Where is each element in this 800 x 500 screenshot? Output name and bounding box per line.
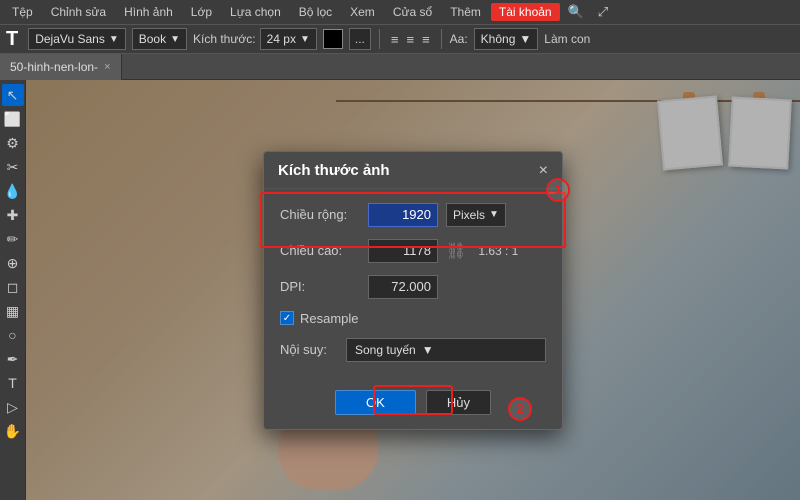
aa-label: Aa:: [450, 32, 468, 46]
unit-selector[interactable]: Pixels ▼: [446, 203, 506, 227]
font-name-arrow: ▼: [109, 34, 119, 45]
menu-hinh-anh[interactable]: Hình ảnh: [116, 3, 181, 21]
pen-tool[interactable]: ✒: [2, 348, 24, 370]
crop-tool[interactable]: ✂: [2, 156, 24, 178]
height-label: Chiều cao:: [280, 243, 360, 258]
separator-2: [441, 29, 442, 49]
unit-arrow: ▼: [489, 209, 499, 220]
noi-suy-arrow: ▼: [422, 343, 434, 357]
menu-tai-khoan[interactable]: Tài khoản: [491, 3, 560, 21]
dialog-title: Kích thước ảnh: [278, 162, 390, 179]
unit-label: Pixels: [453, 208, 485, 222]
height-row: Chiều cao: ⛓ 1.63 : 1: [280, 239, 546, 263]
dodge-tool[interactable]: ○: [2, 324, 24, 346]
dpi-row: DPI:: [280, 275, 546, 299]
color-picker[interactable]: [323, 29, 343, 49]
font-size-selector[interactable]: 24 px ▼: [260, 28, 317, 50]
noi-suy-value: Song tuyến: [355, 343, 416, 357]
dialog-overlay: Kích thước ảnh × Chiều rộng: P: [26, 80, 800, 500]
menu-xem[interactable]: Xem: [342, 3, 383, 21]
menu-them[interactable]: Thêm: [442, 3, 489, 21]
lasso-tool[interactable]: ⚙: [2, 132, 24, 154]
width-row: Chiều rộng: Pixels ▼: [280, 203, 546, 227]
canvas-background: Kích thước ảnh × Chiều rộng: P: [26, 80, 800, 500]
resize-icon[interactable]: ⤢: [592, 2, 614, 22]
toolbar: T DejaVu Sans ▼ Book ▼ Kích thước: 24 px…: [0, 24, 800, 54]
annotation-number-1: 1: [546, 178, 570, 202]
chain-icon: ⛓: [446, 241, 466, 261]
resample-checkbox[interactable]: ✓: [280, 311, 294, 325]
menu-bar: Tệp Chỉnh sửa Hình ảnh Lớp Lựa chọn Bộ l…: [0, 0, 800, 24]
search-icon[interactable]: 🔍: [562, 2, 590, 22]
text-tool-icon[interactable]: T: [6, 28, 18, 51]
image-size-dialog: Kích thước ảnh × Chiều rộng: P: [263, 151, 563, 430]
font-style-label: Book: [139, 32, 166, 46]
brush-tool[interactable]: ✏: [2, 228, 24, 250]
healing-tool[interactable]: ✚: [2, 204, 24, 226]
separator: [379, 29, 380, 49]
hand-tool[interactable]: ✋: [2, 420, 24, 442]
resample-label: Resample: [300, 311, 359, 326]
menu-lop[interactable]: Lớp: [183, 3, 220, 21]
dpi-input[interactable]: [368, 275, 438, 299]
ok-button[interactable]: OK: [335, 390, 416, 415]
canvas-area: Kích thước ảnh × Chiều rộng: P: [26, 80, 800, 500]
dpi-label: DPI:: [280, 279, 360, 294]
menu-lua-chon[interactable]: Lựa chọn: [222, 3, 289, 21]
menu-tep[interactable]: Tệp: [4, 3, 41, 21]
align-left-button[interactable]: ≡: [388, 30, 402, 49]
selection-tool[interactable]: ↖: [2, 84, 24, 106]
align-right-button[interactable]: ≡: [419, 30, 433, 49]
tab-name: 50-hinh-nen-lon-: [10, 60, 98, 74]
tab-file[interactable]: 50-hinh-nen-lon- ×: [0, 54, 122, 80]
font-size-value: 24 px: [267, 32, 296, 46]
dialog-close-button[interactable]: ×: [539, 162, 548, 180]
width-input[interactable]: [368, 203, 438, 227]
noi-suy-selector[interactable]: Song tuyến ▼: [346, 338, 546, 362]
shape-tool[interactable]: ▷: [2, 396, 24, 418]
aa-selector[interactable]: Không ▼: [474, 28, 539, 50]
font-name-label: DejaVu Sans: [35, 32, 105, 46]
menu-chinh-sua[interactable]: Chỉnh sửa: [43, 3, 114, 21]
clone-tool[interactable]: ⊕: [2, 252, 24, 274]
cancel-button[interactable]: Hủy: [426, 390, 491, 415]
annotation-number-2: 2: [508, 397, 532, 421]
font-style-arrow: ▼: [170, 34, 180, 45]
ratio-display: 1.63 : 1: [478, 244, 518, 258]
font-name-selector[interactable]: DejaVu Sans ▼: [28, 28, 126, 50]
width-label: Chiều rộng:: [280, 207, 360, 222]
tab-bar: 50-hinh-nen-lon- ×: [0, 54, 800, 80]
font-size-label: Kích thước:: [193, 32, 256, 46]
gradient-tool[interactable]: ▦: [2, 300, 24, 322]
height-input[interactable]: [368, 239, 438, 263]
font-style-selector[interactable]: Book ▼: [132, 28, 187, 50]
resample-row: ✓ Resample: [280, 311, 546, 326]
lam-con-button[interactable]: Làm con: [544, 32, 590, 46]
more-options-button[interactable]: ...: [349, 28, 371, 50]
marquee-tool[interactable]: ⬜: [2, 108, 24, 130]
noi-suy-label: Nội suy:: [280, 342, 338, 357]
noi-suy-row: Nội suy: Song tuyến ▼: [280, 338, 546, 362]
main-area: ↖ ⬜ ⚙ ✂ 💧 ✚ ✏ ⊕ ◻ ▦ ○ ✒ T ▷ ✋: [0, 80, 800, 500]
font-size-group: Kích thước: 24 px ▼: [193, 28, 317, 50]
menu-cua-so[interactable]: Cửa sổ: [385, 3, 440, 21]
eyedropper-tool[interactable]: 💧: [2, 180, 24, 202]
toolbox: ↖ ⬜ ⚙ ✂ 💧 ✚ ✏ ⊕ ◻ ▦ ○ ✒ T ▷ ✋: [0, 80, 26, 500]
menu-bo-loc[interactable]: Bộ lọc: [291, 3, 340, 21]
align-group: ≡ ≡ ≡: [388, 30, 433, 49]
eraser-tool[interactable]: ◻: [2, 276, 24, 298]
tab-close-button[interactable]: ×: [104, 61, 110, 73]
dialog-title-bar: Kích thước ảnh ×: [264, 152, 562, 189]
align-center-button[interactable]: ≡: [403, 30, 417, 49]
font-size-arrow: ▼: [300, 34, 310, 45]
text-tool[interactable]: T: [2, 372, 24, 394]
dialog-body: Chiều rộng: Pixels ▼ Chiều cao:: [264, 189, 562, 390]
aa-arrow: ▼: [519, 32, 531, 46]
aa-value: Không: [481, 32, 516, 46]
